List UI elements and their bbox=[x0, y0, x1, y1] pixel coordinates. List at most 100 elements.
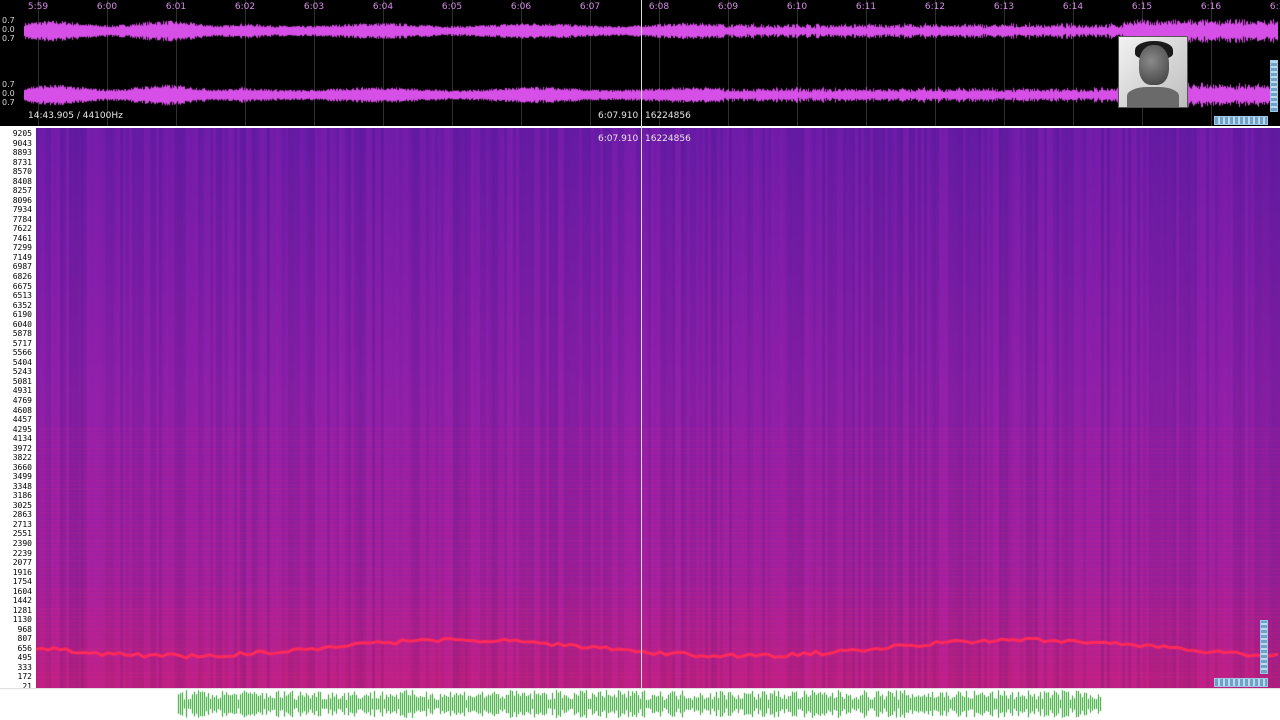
frequency-label: 5404 bbox=[12, 357, 32, 367]
frequency-label: 2551 bbox=[12, 529, 32, 539]
frequency-label: 6040 bbox=[12, 319, 32, 329]
frequency-label: 2239 bbox=[12, 548, 32, 558]
frequency-label: 968 bbox=[17, 624, 32, 634]
frequency-label: 2713 bbox=[12, 519, 32, 529]
waveform-channel-2[interactable] bbox=[24, 80, 1278, 110]
time-tick-label: 6:14 bbox=[1062, 2, 1084, 12]
frequency-label: 5566 bbox=[12, 348, 32, 358]
waveform-zoom-scrollbar[interactable] bbox=[1214, 116, 1268, 125]
frequency-label: 2863 bbox=[12, 510, 32, 520]
playback-cursor[interactable] bbox=[641, 0, 642, 690]
album-cover-image bbox=[1118, 36, 1188, 108]
frequency-label: 3499 bbox=[12, 472, 32, 482]
overview-waveform[interactable] bbox=[0, 688, 1280, 720]
frequency-label: 6190 bbox=[12, 310, 32, 320]
frequency-label: 1130 bbox=[12, 615, 32, 625]
frequency-label: 1604 bbox=[12, 586, 32, 596]
frequency-label: 3660 bbox=[12, 462, 32, 472]
time-tick-label: 6:11 bbox=[855, 2, 877, 12]
frequency-label: 2390 bbox=[12, 538, 32, 548]
frequency-label: 3822 bbox=[12, 453, 32, 463]
frequency-label: 4608 bbox=[12, 405, 32, 415]
spectrogram-zoom-scrollbar[interactable] bbox=[1214, 678, 1268, 687]
frequency-label: 6513 bbox=[12, 291, 32, 301]
time-tick-label: 6:10 bbox=[786, 2, 808, 12]
frequency-label: 5243 bbox=[12, 367, 32, 377]
waveform-cursor-time: 6:07.910 bbox=[598, 111, 639, 121]
ch1-amp-mid: 0.0 bbox=[2, 25, 15, 34]
frequency-label: 656 bbox=[17, 643, 32, 653]
frequency-label: 1442 bbox=[12, 596, 32, 606]
time-tick-label: 6:03 bbox=[303, 2, 325, 12]
spectrogram-vertical-scrollbar[interactable] bbox=[1260, 620, 1268, 674]
frequency-label: 4931 bbox=[12, 386, 32, 396]
duration-samplerate-readout: 14:43.905 / 44100Hz bbox=[28, 111, 123, 121]
frequency-label: 3025 bbox=[12, 500, 32, 510]
overview-waveform-bar[interactable] bbox=[0, 688, 1280, 720]
time-tick-label: 6:07 bbox=[579, 2, 601, 12]
frequency-label: 4457 bbox=[12, 415, 32, 425]
spectrogram-cursor-sample: 16224856 bbox=[645, 134, 691, 144]
frequency-label: 8570 bbox=[12, 167, 32, 177]
frequency-label: 3972 bbox=[12, 443, 32, 453]
waveform-channel-1[interactable] bbox=[24, 16, 1278, 46]
time-tick-label: 6:08 bbox=[648, 2, 670, 12]
time-tick-label: 6:12 bbox=[924, 2, 946, 12]
spectrogram-cursor-time: 6:07.910 bbox=[598, 134, 639, 144]
ch1-amp-bot: 0.7 bbox=[2, 34, 15, 43]
frequency-label: 2077 bbox=[12, 558, 32, 568]
ch2-amp-top: 0.7 bbox=[2, 80, 15, 89]
frequency-label: 7934 bbox=[12, 205, 32, 215]
frequency-label: 3186 bbox=[12, 491, 32, 501]
time-tick-label: 6:13 bbox=[993, 2, 1015, 12]
frequency-label: 6352 bbox=[12, 300, 32, 310]
frequency-label: 5717 bbox=[12, 338, 32, 348]
time-tick-label: 6:16 bbox=[1200, 2, 1222, 12]
frequency-label: 8408 bbox=[12, 176, 32, 186]
time-tick-label: 6:01 bbox=[165, 2, 187, 12]
time-tick-label: 6:17 bbox=[1269, 2, 1280, 12]
time-tick-label: 6:15 bbox=[1131, 2, 1153, 12]
frequency-label: 4295 bbox=[12, 424, 32, 434]
time-tick-label: 5:59 bbox=[27, 2, 49, 12]
ch1-amp-top: 0.7 bbox=[2, 16, 15, 25]
frequency-axis: 9205 9043 8893 8731 8570 8408 8257 8096 7934 7784… bbox=[0, 128, 36, 691]
frequency-label: 6987 bbox=[12, 262, 32, 272]
frequency-label: 6675 bbox=[12, 281, 32, 291]
ch2-amp-bot: 0.7 bbox=[2, 98, 15, 107]
frequency-label: 8731 bbox=[12, 157, 32, 167]
frequency-label: 172 bbox=[17, 672, 32, 682]
time-tick-label: 6:00 bbox=[96, 2, 118, 12]
frequency-label: 8893 bbox=[12, 148, 32, 158]
frequency-label: 7784 bbox=[12, 214, 32, 224]
waveform-vertical-scrollbar[interactable] bbox=[1270, 60, 1278, 112]
frequency-label: 8096 bbox=[12, 195, 32, 205]
spectrogram-view[interactable] bbox=[36, 128, 1280, 688]
time-tick-label: 6:09 bbox=[717, 2, 739, 12]
frequency-label: 495 bbox=[17, 653, 32, 663]
waveform-pane[interactable]: 5:59 6:00 6:01 6:02 6:03 6:04 6:05 6:06 6:07 6:08… bbox=[0, 0, 1280, 126]
frequency-label: 9043 bbox=[12, 138, 32, 148]
frequency-label: 4769 bbox=[12, 395, 32, 405]
frequency-label: 7461 bbox=[12, 233, 32, 243]
frequency-label: 9205 bbox=[12, 129, 32, 138]
frequency-label: 4134 bbox=[12, 434, 32, 444]
frequency-label: 6826 bbox=[12, 272, 32, 282]
time-tick-label: 6:05 bbox=[441, 2, 463, 12]
frequency-label: 3348 bbox=[12, 481, 32, 491]
frequency-label: 5878 bbox=[12, 329, 32, 339]
waveform-cursor-sample: 16224856 bbox=[645, 111, 691, 121]
frequency-label: 7622 bbox=[12, 224, 32, 234]
frequency-label: 333 bbox=[17, 662, 32, 672]
time-ruler[interactable]: 5:59 6:00 6:01 6:02 6:03 6:04 6:05 6:06 6:07 6:08… bbox=[24, 0, 1280, 16]
frequency-label: 7299 bbox=[12, 243, 32, 253]
frequency-label: 8257 bbox=[12, 186, 32, 196]
time-tick-label: 6:02 bbox=[234, 2, 256, 12]
frequency-label: 807 bbox=[17, 634, 32, 644]
ch2-amp-mid: 0.0 bbox=[2, 89, 15, 98]
frequency-label: 1281 bbox=[12, 605, 32, 615]
time-tick-label: 6:06 bbox=[510, 2, 532, 12]
frequency-label: 1754 bbox=[12, 577, 32, 587]
frequency-label: 5081 bbox=[12, 376, 32, 386]
frequency-label: 1916 bbox=[12, 567, 32, 577]
